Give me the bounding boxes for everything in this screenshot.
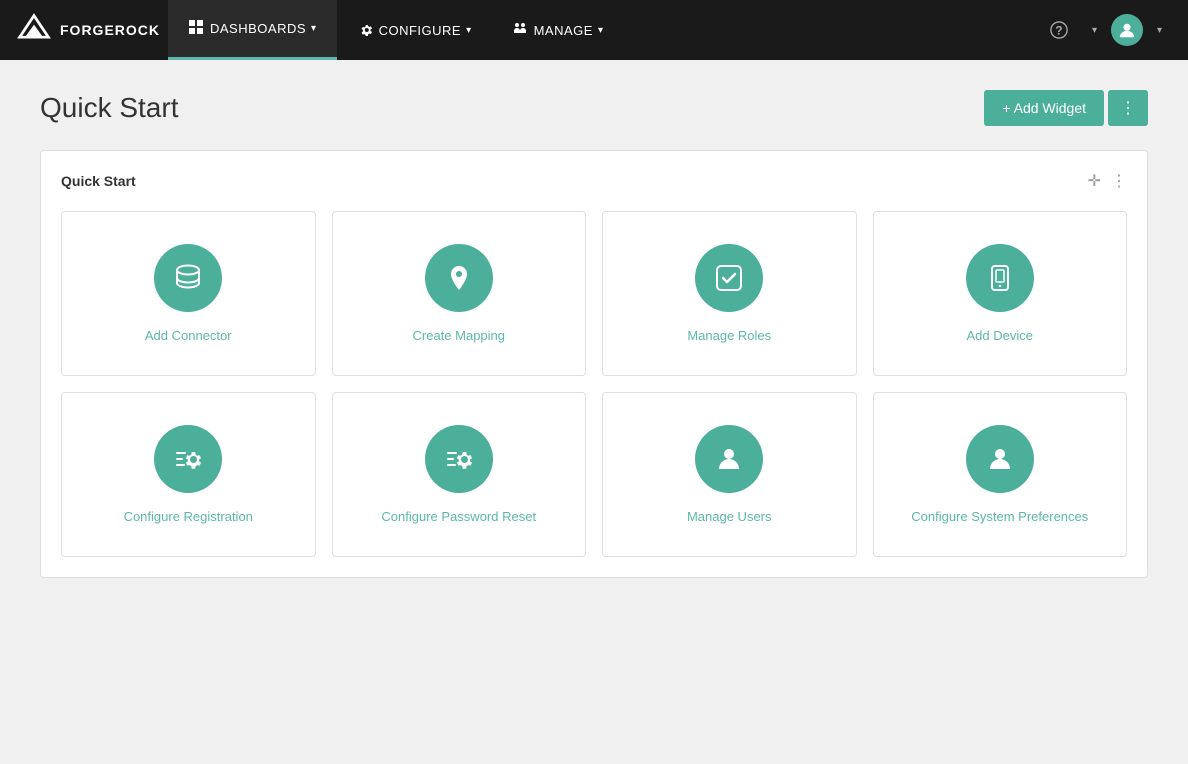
nav-right-controls: ? ▾ ▾ [1040, 0, 1172, 60]
page-header-actions: + Add Widget ⋮ [984, 90, 1148, 126]
manage-roles-label: Manage Roles [687, 328, 771, 343]
configure-password-reset-label: Configure Password Reset [381, 509, 536, 524]
gear-icon [172, 443, 204, 475]
quick-start-widget: Quick Start ✛ ⋮ Add Connector [40, 150, 1148, 578]
person2-icon [984, 443, 1016, 475]
gear2-icon [443, 443, 475, 475]
brand-logo-container[interactable]: FORGEROCK [16, 12, 160, 48]
user-avatar-button[interactable] [1111, 14, 1143, 46]
help-button[interactable]: ? [1040, 0, 1078, 60]
page-header: Quick Start + Add Widget ⋮ [40, 90, 1148, 126]
qs-item-add-device[interactable]: Add Device [873, 211, 1128, 376]
user-chevron-button[interactable]: ▾ [1147, 0, 1172, 60]
manage-roles-icon-circle [695, 244, 763, 312]
quick-start-grid: Add Connector Create Mapping [61, 211, 1127, 557]
dashboards-chevron-icon: ▾ [311, 23, 317, 34]
page-content: Quick Start + Add Widget ⋮ Quick Start ✛… [0, 60, 1188, 608]
nav-item-manage[interactable]: MANAGE ▾ [492, 0, 624, 60]
nav-item-configure[interactable]: CONFIGURE ▾ [337, 0, 492, 60]
database-icon [172, 262, 204, 294]
svg-text:?: ? [1055, 25, 1062, 38]
manage-icon [512, 21, 528, 40]
qs-item-manage-roles[interactable]: Manage Roles [602, 211, 857, 376]
add-device-icon-circle [966, 244, 1034, 312]
more-actions-icon: ⋮ [1120, 100, 1136, 117]
person-icon [713, 443, 745, 475]
nav-manage-label: MANAGE [534, 23, 593, 38]
create-mapping-icon-circle [425, 244, 493, 312]
help-icon: ? [1050, 21, 1068, 39]
qs-item-manage-users[interactable]: Manage Users [602, 392, 857, 557]
brand-name: FORGEROCK [60, 22, 160, 38]
qs-item-add-connector[interactable]: Add Connector [61, 211, 316, 376]
add-widget-button[interactable]: + Add Widget [984, 90, 1104, 126]
forgerock-logo [16, 12, 52, 48]
help-chevron-button[interactable]: ▾ [1082, 0, 1107, 60]
dashboards-icon [188, 19, 204, 38]
configure-chevron-icon: ▾ [466, 25, 472, 36]
widget-controls: ✛ ⋮ [1088, 171, 1127, 191]
configure-system-preferences-icon-circle [966, 425, 1034, 493]
nav-dashboards-label: DASHBOARDS [210, 21, 306, 36]
location-icon [443, 262, 475, 294]
user-icon [1118, 21, 1136, 39]
configure-registration-label: Configure Registration [124, 509, 253, 524]
check-badge-icon [713, 262, 745, 294]
manage-users-icon-circle [695, 425, 763, 493]
qs-item-configure-system-preferences[interactable]: Configure System Preferences [873, 392, 1128, 557]
page-title: Quick Start [40, 92, 178, 124]
manage-users-label: Manage Users [687, 509, 772, 524]
widget-move-button[interactable]: ✛ [1088, 171, 1101, 191]
more-actions-button[interactable]: ⋮ [1108, 90, 1148, 126]
add-connector-label: Add Connector [145, 328, 232, 343]
qs-item-create-mapping[interactable]: Create Mapping [332, 211, 587, 376]
create-mapping-label: Create Mapping [413, 328, 506, 343]
nav-items: DASHBOARDS ▾ CONFIGURE ▾ MANAGE ▾ [168, 0, 1040, 60]
nav-item-dashboards[interactable]: DASHBOARDS ▾ [168, 0, 337, 60]
add-connector-icon-circle [154, 244, 222, 312]
qs-item-configure-password-reset[interactable]: Configure Password Reset [332, 392, 587, 557]
device-icon [984, 262, 1016, 294]
configure-password-reset-icon-circle [425, 425, 493, 493]
configure-icon [357, 21, 373, 40]
widget-card-header: Quick Start ✛ ⋮ [61, 171, 1127, 191]
widget-title: Quick Start [61, 173, 136, 189]
add-widget-label: + Add Widget [1002, 100, 1086, 116]
nav-configure-label: CONFIGURE [379, 23, 462, 38]
configure-system-preferences-label: Configure System Preferences [911, 509, 1088, 524]
add-device-label: Add Device [967, 328, 1033, 343]
navbar: FORGEROCK DASHBOARDS ▾ CONFIGURE ▾ MANAG… [0, 0, 1188, 60]
widget-menu-button[interactable]: ⋮ [1111, 171, 1127, 191]
configure-registration-icon-circle [154, 425, 222, 493]
qs-item-configure-registration[interactable]: Configure Registration [61, 392, 316, 557]
manage-chevron-icon: ▾ [598, 25, 604, 36]
